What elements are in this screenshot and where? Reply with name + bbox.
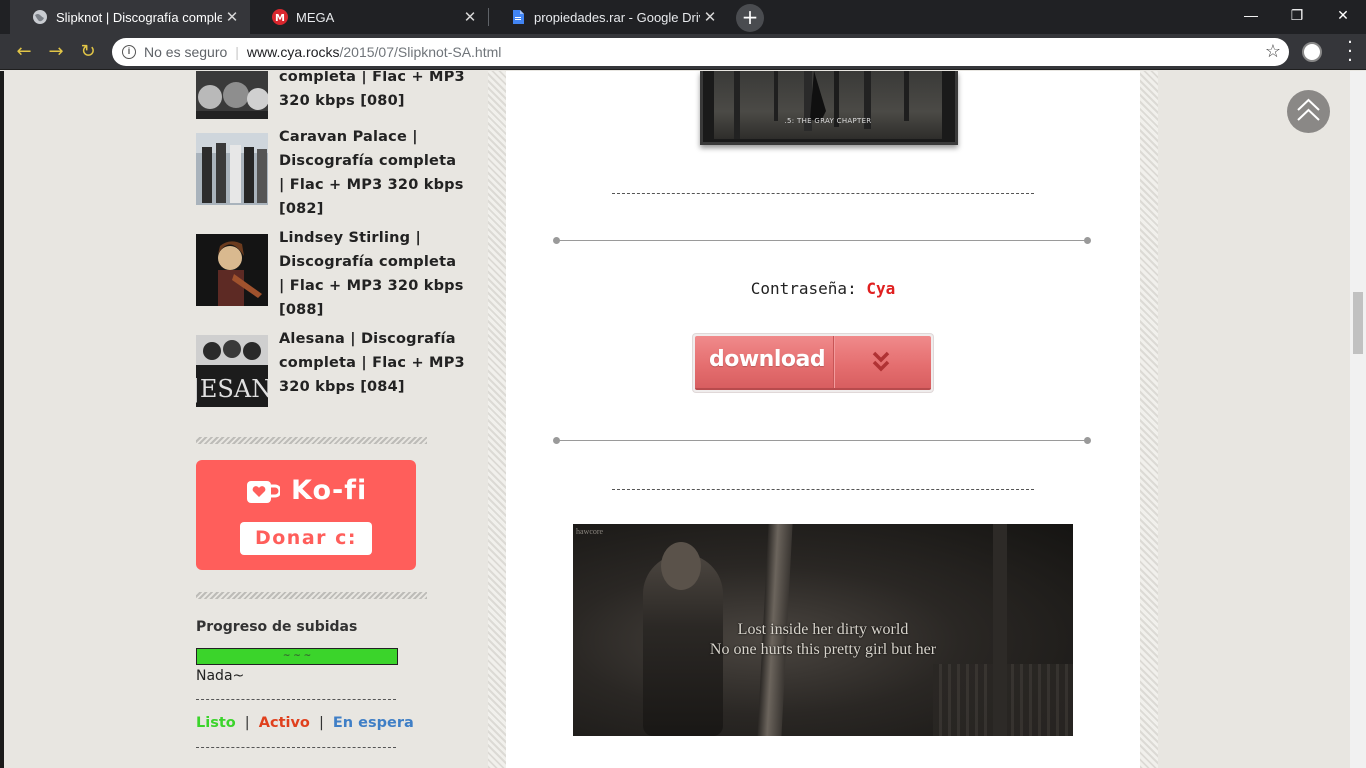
tab-strip: Slipknot | Discografía completa | Fl ✕ M… bbox=[0, 0, 1366, 34]
download-button[interactable]: download bbox=[693, 334, 933, 392]
gif-subtitle-1: Lost inside her dirty world bbox=[737, 621, 909, 638]
close-window-button[interactable]: ✕ bbox=[1320, 0, 1366, 30]
legend-separator: | bbox=[244, 715, 250, 731]
bookmark-star-icon[interactable]: ☆ bbox=[1265, 41, 1281, 62]
progress-label: ~ ~ ~ bbox=[282, 651, 312, 661]
password-label: Contraseña: bbox=[750, 279, 857, 298]
list-item[interactable]: |ESAN Alesana | Discografía completa | F… bbox=[196, 331, 466, 407]
progress-status: Nada~ bbox=[196, 668, 245, 684]
globe-icon bbox=[32, 9, 48, 25]
donate-button[interactable]: Donar c: bbox=[240, 522, 372, 555]
dashed-divider bbox=[612, 193, 1034, 194]
svg-text:M: M bbox=[275, 13, 285, 24]
tab-title: MEGA bbox=[296, 9, 335, 25]
menu-dots-icon[interactable]: · · · bbox=[1340, 34, 1360, 70]
close-tab-icon[interactable]: ✕ bbox=[460, 8, 480, 26]
list-item[interactable]: completa | Flac + MP3 320 kbps [080] bbox=[196, 71, 466, 119]
album-thumbnail[interactable]: |ESAN bbox=[196, 335, 268, 407]
tab-google-drive[interactable]: propiedades.rar - Google Drive ✕ bbox=[488, 0, 728, 34]
tab-title: Slipknot | Discografía completa | Fl bbox=[56, 9, 222, 25]
post-link[interactable]: Alesana | Discografía completa | Flac + … bbox=[279, 327, 466, 407]
legend-active: Activo bbox=[258, 715, 310, 731]
status-legend: Listo | Activo | En espera bbox=[196, 715, 414, 731]
gif-watermark: hawcore bbox=[576, 527, 604, 536]
scroll-to-top-button[interactable] bbox=[1287, 90, 1330, 133]
back-arrow-icon[interactable]: ← bbox=[12, 40, 36, 64]
sidebar-divider bbox=[196, 592, 427, 599]
album-thumbnail[interactable] bbox=[196, 71, 268, 119]
horizontal-rule bbox=[553, 437, 1091, 444]
mega-icon: M bbox=[272, 9, 288, 25]
post-link[interactable]: completa | Flac + MP3 320 kbps [080] bbox=[279, 71, 466, 119]
horizontal-rule bbox=[553, 237, 1091, 244]
tab-title: propiedades.rar - Google Drive bbox=[534, 9, 700, 25]
download-separator bbox=[833, 336, 834, 388]
svg-text:|ESAN: |ESAN bbox=[196, 375, 268, 404]
upload-progress-bar: ~ ~ ~ bbox=[196, 648, 398, 665]
close-tab-icon[interactable]: ✕ bbox=[700, 8, 720, 26]
download-button-face[interactable]: download bbox=[695, 336, 931, 390]
url-path: /2015/07/Slipknot-SA.html bbox=[339, 44, 502, 60]
page-edge bbox=[0, 71, 4, 768]
tab-slipknot[interactable]: Slipknot | Discografía completa | Fl ✕ bbox=[10, 0, 250, 34]
download-label: download bbox=[709, 347, 826, 372]
hatch-strip-right bbox=[1140, 71, 1158, 768]
album-thumbnail[interactable] bbox=[196, 234, 268, 306]
legend-waiting: En espera bbox=[332, 715, 414, 731]
post-link[interactable]: Caravan Palace | Discografía completa | … bbox=[279, 125, 466, 221]
dashed-divider bbox=[196, 747, 396, 748]
legend-ready: Listo bbox=[196, 715, 236, 731]
minimize-button[interactable]: — bbox=[1228, 0, 1274, 30]
url-host: www.cya.rocks bbox=[246, 44, 340, 60]
sidebar-divider bbox=[196, 437, 427, 444]
password-line: Contraseña: Cya bbox=[506, 279, 1140, 298]
gif-subtitle-2: No one hurts this pretty girl but her bbox=[709, 641, 937, 658]
legend-separator: | bbox=[318, 715, 324, 731]
double-chevron-up-icon bbox=[1297, 98, 1320, 121]
cover-caption: .5: THE GRAY CHAPTER bbox=[784, 117, 872, 125]
kofi-cup-icon bbox=[247, 481, 280, 503]
security-label: No es seguro bbox=[144, 44, 228, 60]
chevron-down-icon bbox=[872, 351, 890, 372]
maximize-button[interactable]: ❐ bbox=[1274, 0, 1320, 30]
kofi-banner[interactable]: Ko-fi Donar c: bbox=[196, 460, 416, 570]
address-bar[interactable]: i No es seguro | www.cya.rocks/2015/07/S… bbox=[112, 38, 1289, 66]
album-thumbnail[interactable] bbox=[196, 133, 268, 205]
kofi-title: Ko-fi bbox=[291, 475, 368, 506]
post-link[interactable]: Lindsey Stirling | Discografía completa … bbox=[279, 226, 466, 322]
scrollbar[interactable] bbox=[1350, 71, 1366, 768]
hatch-strip-left bbox=[488, 71, 506, 768]
address-separator: | bbox=[235, 44, 239, 60]
reload-icon[interactable]: ↻ bbox=[76, 40, 100, 64]
dashed-divider bbox=[196, 699, 396, 700]
cover-image: .5: THE GRAY CHAPTER bbox=[714, 71, 942, 139]
new-tab-button[interactable]: + bbox=[736, 4, 764, 32]
profile-avatar-icon[interactable] bbox=[1302, 42, 1322, 62]
password-value: Cya bbox=[866, 279, 896, 298]
web-page: completa | Flac + MP3 320 kbps [080] Car… bbox=[0, 71, 1350, 768]
animated-gif: hawcore Lost inside her dirty world No o… bbox=[573, 524, 1073, 736]
dashed-divider bbox=[612, 489, 1034, 490]
list-item[interactable]: Lindsey Stirling | Discografía completa … bbox=[196, 230, 466, 322]
info-icon[interactable]: i bbox=[122, 45, 136, 59]
scrollbar-thumb[interactable] bbox=[1353, 292, 1363, 354]
forward-arrow-icon[interactable]: → bbox=[44, 40, 68, 64]
browser-toolbar: ← → ↻ i No es seguro | www.cya.rocks/201… bbox=[0, 34, 1366, 70]
tab-mega[interactable]: M MEGA ✕ bbox=[250, 0, 488, 34]
drive-doc-icon bbox=[510, 9, 526, 25]
gif-head bbox=[661, 542, 701, 590]
close-tab-icon[interactable]: ✕ bbox=[222, 8, 242, 26]
progress-heading: Progreso de subidas bbox=[196, 619, 358, 635]
album-cover: .5: THE GRAY CHAPTER bbox=[686, 71, 962, 145]
list-item[interactable]: Caravan Palace | Discografía completa | … bbox=[196, 129, 466, 221]
